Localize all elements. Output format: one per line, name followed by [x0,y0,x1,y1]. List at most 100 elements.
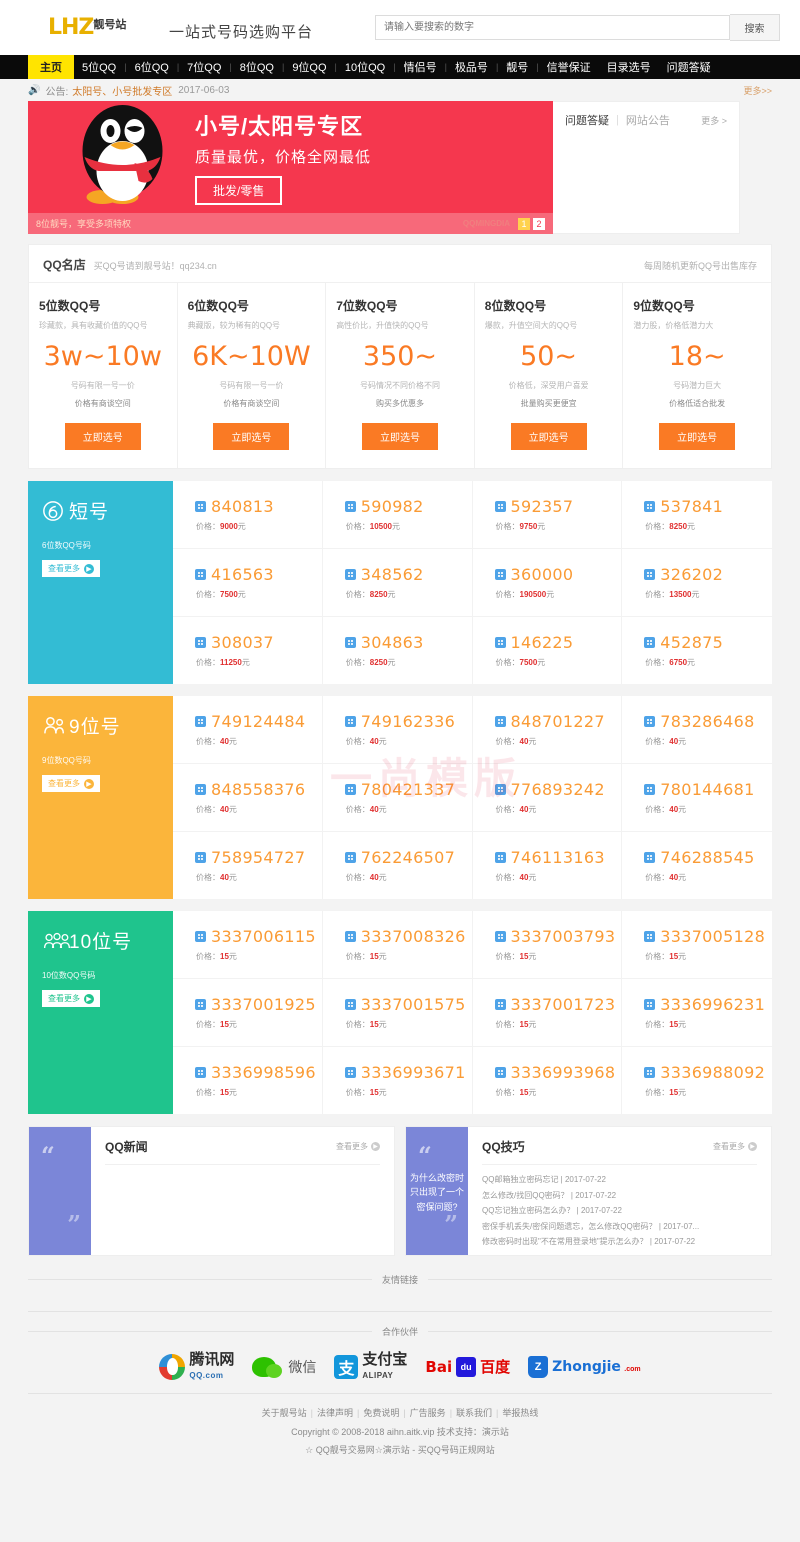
block-more-button[interactable]: 查看更多 ▶ [42,990,100,1007]
qq-icon [644,501,656,512]
number-cell[interactable]: 762246507 价格：40元 [323,832,473,899]
banner-dot-1[interactable]: 1 [518,217,530,230]
price-label: 价格： [345,522,370,531]
footer-link-1[interactable]: 法律声明 [317,1408,353,1418]
nav-item-7[interactable]: 极品号 [447,59,496,75]
number-cell[interactable]: 776893242 价格：40元 [472,764,623,832]
number-cell[interactable]: 3336993671 价格：15元 [323,1047,473,1114]
nav-item-2[interactable]: 7位QQ [179,59,229,75]
number-cell[interactable]: 3336988092 价格：15元 [622,1047,772,1114]
banner-dot-2[interactable]: 2 [533,217,545,230]
number-cell[interactable]: 537841 价格：8250元 [622,481,772,549]
nav-item-6[interactable]: 情侣号 [396,59,445,75]
number-cell[interactable]: 326202 价格：13500元 [622,549,772,617]
tab-faq[interactable]: 问题答疑 [565,112,609,128]
price-label: 价格： [495,873,520,882]
nav-item-11[interactable]: 问题答疑 [659,59,719,75]
news-more-link[interactable]: 查看更多 ▶ [713,1141,757,1152]
number-cell[interactable]: 3336993968 价格：15元 [473,1047,623,1114]
block-more-button[interactable]: 查看更多 ▶ [42,560,100,577]
qq-icon [494,1067,506,1078]
news-list-item[interactable]: QQ忘记独立密码怎么办？ | 2017-07-22 [482,1203,757,1219]
number-cell[interactable]: 840813 价格：9000元 [173,481,323,549]
footer-link-3[interactable]: 广告服务 [410,1408,446,1418]
news-list-item[interactable]: 修改密码时出现"不在常用登录地"提示怎么办？ | 2017-07-22 [482,1234,757,1250]
tab-site-notice[interactable]: 网站公告 [626,112,670,128]
nav-item-1[interactable]: 6位QQ [127,59,177,75]
number-cell[interactable]: 746113163 价格：40元 [473,832,623,899]
store-card-button[interactable]: 立即选号 [213,423,290,450]
promo-banner[interactable]: 小号/太阳号专区 质量最优，价格全网最低 批发/零售 8位靓号，享受多项特权 Q… [28,101,553,234]
partner-tencent[interactable]: 腾讯网 QQ.com [159,1352,234,1381]
search-button[interactable]: 搜索 [730,14,780,41]
nav-item-8[interactable]: 靓号 [498,59,536,75]
qq-number: 840813 [211,497,274,516]
number-cell[interactable]: 780421337 价格：40元 [322,764,473,832]
partner-zhongjie[interactable]: Z Zhongjie .com [528,1355,641,1378]
number-cell[interactable]: 848558376 价格：40元 [173,764,323,832]
number-cell[interactable]: 3337003793 价格：15元 [472,911,623,979]
announcement-text[interactable]: 太阳号、小号批发专区 [72,83,172,98]
number-cell[interactable]: 3336998596 价格：15元 [173,1047,323,1114]
number-cell[interactable]: 749124484 价格：40元 [173,696,323,764]
number-cell[interactable]: 758954727 价格：40元 [173,832,323,899]
block-side-1: 9位号 9位数QQ号码 查看更多 ▶ [28,696,173,899]
qq-icon [344,716,356,727]
number-block-2: 10位号 10位数QQ号码 查看更多 ▶ 3337006115 价格：15元 3337008… [28,911,772,1114]
store-card-desc: 潜力股，价格低潜力大 [633,321,714,330]
partner-sub-zhongjie: .com [624,1365,641,1373]
partner-alipay[interactable]: 支 支付宝 ALIPAY [334,1352,407,1381]
search-input[interactable] [375,15,730,40]
store-card-title: 8位数QQ号 [484,299,547,313]
nav-item-home[interactable]: 主页 [28,55,74,79]
store-card-title: 9位数QQ号 [633,299,695,313]
partner-baidu[interactable]: Bai du 百度 [425,1356,510,1377]
store-card-button[interactable]: 立即选号 [64,423,141,450]
number-cell[interactable]: 3337005128 价格：15元 [622,911,772,979]
number-cell[interactable]: 452875 价格：6750元 [622,617,772,684]
nav-item-4[interactable]: 9位QQ [284,59,334,75]
number-cell[interactable]: 780144681 价格：40元 [622,764,772,832]
number-cell[interactable]: 3337001723 价格：15元 [472,979,623,1047]
number-cell[interactable]: 848701227 价格：40元 [472,696,623,764]
nav-item-10[interactable]: 目录选号 [599,59,659,75]
number-cell[interactable]: 3337001925 价格：15元 [173,979,323,1047]
price-label: 价格： [345,873,370,882]
nav-item-0[interactable]: 5位QQ [74,59,124,75]
news-list-item[interactable]: 怎么修改/找回QQ密码？ | 2017-07-22 [482,1188,757,1204]
news-list-item[interactable]: 密保手机丢失/密保问题遗忘，怎么修改QQ密码？ | 2017-07... [482,1219,757,1235]
number-cell[interactable]: 749162336 价格：40元 [322,696,473,764]
announcement-more-link[interactable]: 更多>> [743,84,772,97]
number-cell[interactable]: 304863 价格：8250元 [323,617,473,684]
partner-wechat[interactable]: 微信 [252,1356,316,1378]
number-cell[interactable]: 3337001575 价格：15元 [322,979,473,1047]
store-card-button[interactable]: 立即选号 [361,423,438,450]
site-logo[interactable]: LHZ 靓号站 [20,16,165,39]
number-cell[interactable]: 348562 价格：8250元 [322,549,473,617]
number-cell[interactable]: 3337006115 价格：15元 [173,911,323,979]
number-cell[interactable]: 308037 价格：11250元 [173,617,323,684]
store-card-button[interactable]: 立即选号 [510,423,587,450]
number-cell[interactable]: 592357 价格：9750元 [472,481,623,549]
number-cell[interactable]: 360000 价格：190500元 [472,549,623,617]
number-cell[interactable]: 746288545 价格：40元 [622,832,772,899]
footer-link-4[interactable]: 联系我们 [456,1408,492,1418]
nav-item-3[interactable]: 8位QQ [232,59,282,75]
footer-link-2[interactable]: 免费说明 [363,1408,399,1418]
banner-cta-button[interactable]: 批发/零售 [195,176,283,205]
number-cell[interactable]: 416563 价格：7500元 [173,549,323,617]
store-card-button[interactable]: 立即选号 [659,423,736,450]
nav-item-5[interactable]: 10位QQ [337,59,393,75]
news-more-link[interactable]: 查看更多 ▶ [336,1141,380,1152]
number-cell[interactable]: 3337008326 价格：15元 [322,911,473,979]
number-cell[interactable]: 590982 价格：10500元 [322,481,473,549]
number-cell[interactable]: 3336996231 价格：15元 [622,979,772,1047]
block-more-button[interactable]: 查看更多 ▶ [42,775,100,792]
number-cell[interactable]: 783286468 价格：40元 [622,696,772,764]
nav-item-9[interactable]: 信誉保证 [539,59,599,75]
news-list-item[interactable]: QQ邮箱独立密码忘记 | 2017-07-22 [482,1172,757,1188]
footer-link-5[interactable]: 举报热线 [502,1408,538,1418]
footer-link-0[interactable]: 关于靓号站 [262,1408,307,1418]
side-panel-more-link[interactable]: 更多 > [701,114,727,127]
number-cell[interactable]: 146225 价格：7500元 [473,617,623,684]
